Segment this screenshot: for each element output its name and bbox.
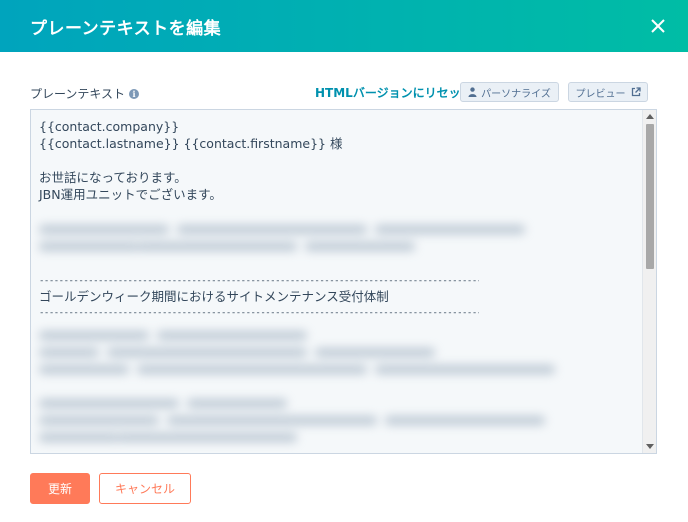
divider-top: ----------------------------------------… xyxy=(39,276,479,286)
editor-spacer xyxy=(39,255,635,275)
field-label-wrapper: プレーンテキスト i xyxy=(30,85,140,102)
redacted-body xyxy=(39,327,635,453)
editor-line-heading: ゴールデンウィーク期間におけるサイトメンテナンス受付体制 xyxy=(39,289,389,304)
field-label: プレーンテキスト xyxy=(30,87,126,101)
divider-bottom: ----------------------------------------… xyxy=(39,308,479,318)
close-icon[interactable] xyxy=(648,16,668,36)
editor-scrollbar[interactable] xyxy=(642,110,656,453)
modal-header: プレーンテキストを編集 xyxy=(0,0,688,52)
editor-content[interactable]: {{contact.company}} {{contact.lastname}}… xyxy=(39,118,635,453)
editor-line-greeting: お世話になっております。 xyxy=(39,170,187,185)
info-icon[interactable]: i xyxy=(129,88,140,99)
editor-toolbar: プレーンテキスト i HTMLバージョンにリセット パーソナライズ プレビュー xyxy=(30,82,656,104)
reset-to-html-link[interactable]: HTMLバージョンにリセット xyxy=(315,84,473,101)
scroll-down-arrow-icon[interactable] xyxy=(646,444,654,449)
cancel-button[interactable]: キャンセル xyxy=(99,473,191,504)
redacted-paragraph xyxy=(39,221,635,255)
editor-line-name: {{contact.lastname}} {{contact.firstname… xyxy=(39,136,343,151)
personalize-button[interactable]: パーソナライズ xyxy=(460,82,559,102)
scroll-thumb[interactable] xyxy=(646,124,654,269)
editor-line-company: {{contact.company}} xyxy=(39,119,180,134)
modal-title: プレーンテキストを編集 xyxy=(30,18,222,39)
preview-label: プレビュー xyxy=(575,88,626,100)
update-button[interactable]: 更新 xyxy=(30,473,90,504)
editor-blank-line xyxy=(39,152,635,169)
person-icon xyxy=(468,87,477,97)
plain-text-editor[interactable]: {{contact.company}} {{contact.lastname}}… xyxy=(30,109,657,454)
preview-button[interactable]: プレビュー xyxy=(568,82,648,102)
scroll-up-arrow-icon[interactable] xyxy=(646,114,654,119)
personalize-label: パーソナライズ xyxy=(481,88,551,100)
editor-line-team: JBN運用ユニットでございます。 xyxy=(39,187,222,202)
external-link-icon xyxy=(631,87,641,97)
editor-spacer xyxy=(39,203,635,221)
